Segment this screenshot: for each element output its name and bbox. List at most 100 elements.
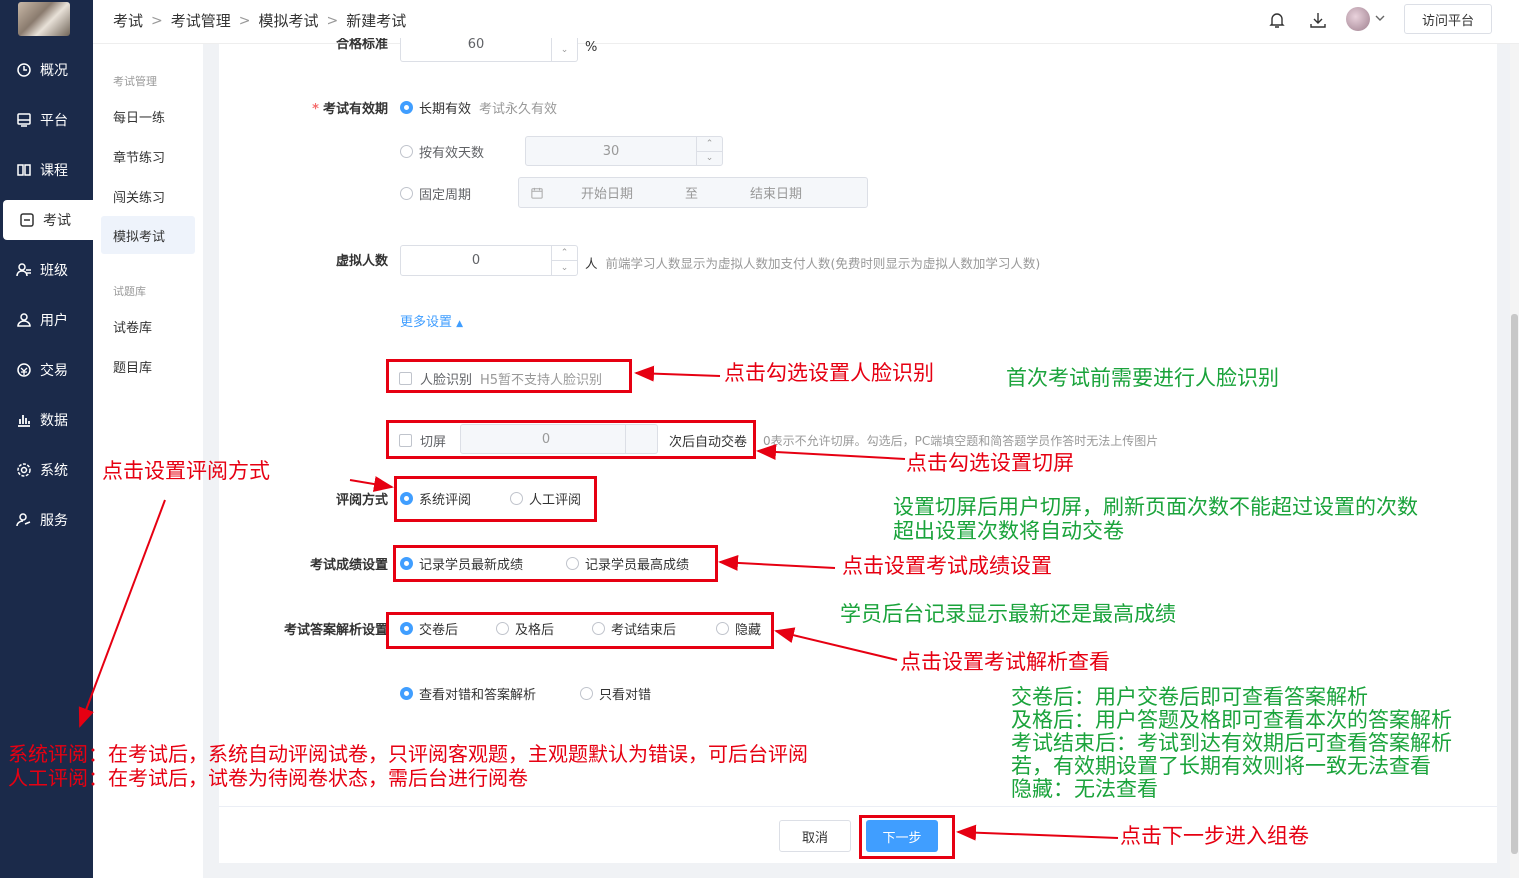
- pass-unit: %: [585, 40, 598, 55]
- pass-standard-input[interactable]: 60 ⌄: [400, 37, 578, 62]
- breadcrumb-item[interactable]: 模拟考试: [259, 10, 319, 31]
- nav-label: 用户: [40, 313, 68, 329]
- annotation-box-review: [394, 476, 597, 522]
- download-icon[interactable]: [1308, 10, 1328, 30]
- validity-label: * 考试有效期: [312, 102, 388, 117]
- chevron-down-icon[interactable]: ⌄: [552, 38, 577, 61]
- nav-item-data[interactable]: 数据: [0, 400, 93, 440]
- clock-icon: [16, 62, 32, 78]
- validity-option-forever[interactable]: 长期有效 考试永久有效: [400, 98, 557, 117]
- virtual-count-input[interactable]: 0 ⌃ ⌄: [400, 245, 578, 276]
- chevron-up-icon[interactable]: ⌃: [697, 137, 722, 151]
- chevron-up-icon[interactable]: ⌃: [552, 246, 577, 260]
- nav-item-system[interactable]: 系统: [0, 450, 93, 490]
- chevron-down-icon[interactable]: ⌄: [552, 260, 577, 275]
- virtual-count-value: 0: [471, 253, 481, 268]
- nav-label: 概况: [40, 63, 68, 79]
- chart-icon: [16, 412, 32, 428]
- nav-item-service[interactable]: 服务: [0, 500, 93, 540]
- switch-hint: 0表示不允许切屏。勾选后，PC端填空题和简答题学员作答时无法上传图片: [763, 434, 1159, 448]
- nav-item-user[interactable]: 用户: [0, 300, 93, 340]
- breadcrumb-item[interactable]: 考试: [113, 10, 143, 31]
- end-date-input[interactable]: 结束日期: [750, 183, 802, 202]
- validity-option-days[interactable]: 按有效天数: [400, 142, 484, 161]
- submenu-item-paper[interactable]: 试卷库: [113, 317, 152, 336]
- gear-icon: [16, 462, 32, 478]
- radio-icon[interactable]: [400, 101, 413, 114]
- annotation-analysis-note-1: 交卷后：用户交卷后即可查看答案解析: [1011, 685, 1368, 709]
- logo[interactable]: [18, 2, 70, 36]
- annotation-face-note: 首次考试前需要进行人脸识别: [1006, 366, 1279, 390]
- view-option-full[interactable]: 查看对错和答案解析: [400, 684, 536, 703]
- nav-item-class[interactable]: 班级: [0, 250, 93, 290]
- radio-icon[interactable]: [400, 187, 413, 200]
- nav-label: 班级: [40, 263, 68, 279]
- validity-days-input[interactable]: 30 ⌃ ⌄: [525, 136, 723, 166]
- radio-icon[interactable]: [580, 687, 593, 700]
- nav-label: 考试: [43, 213, 71, 229]
- submenu-item-mock[interactable]: 模拟考试: [101, 216, 195, 254]
- stepper[interactable]: ⌄: [551, 38, 577, 61]
- chevron-right-icon: >: [151, 12, 163, 29]
- annotation-box-score: [393, 545, 718, 582]
- score-setting-label: 考试成绩设置: [309, 558, 388, 573]
- chevron-right-icon: >: [326, 12, 339, 29]
- breadcrumb-item: 新建考试: [346, 12, 407, 30]
- nav-label: 交易: [40, 363, 68, 379]
- annotation-switch-note-1: 设置切屏后用户切屏，刷新页面次数不能超过设置的次数: [893, 495, 1418, 519]
- scrollbar-thumb[interactable]: [1511, 314, 1518, 854]
- analysis-setting-label: 考试答案解析设置: [283, 623, 388, 638]
- scrollbar[interactable]: [1510, 44, 1519, 878]
- platform-icon: [16, 112, 32, 128]
- submenu-item-question[interactable]: 题目库: [113, 357, 152, 376]
- date-range-picker[interactable]: 开始日期 至 结束日期: [518, 177, 868, 208]
- annotation-box-face: [386, 359, 632, 393]
- bell-icon[interactable]: [1267, 10, 1287, 30]
- nav-label: 数据: [40, 413, 68, 429]
- nav-label: 平台: [40, 113, 68, 129]
- annotation-analysis-note-3: 考试结束后：考试到达有效期后可查看答案解析: [1011, 731, 1452, 755]
- stepper[interactable]: ⌃ ⌄: [696, 137, 722, 165]
- radio-icon[interactable]: [400, 687, 413, 700]
- pass-standard-value: 60: [467, 37, 485, 52]
- nav-item-platform[interactable]: 平台: [0, 100, 93, 140]
- validity-option-period[interactable]: 固定周期: [400, 184, 471, 203]
- radio-icon[interactable]: [400, 145, 413, 158]
- submenu-item-level[interactable]: 闯关练习: [113, 187, 165, 206]
- start-date-input[interactable]: 开始日期: [581, 183, 633, 202]
- chevron-down-icon[interactable]: [1374, 12, 1386, 24]
- breadcrumb-item[interactable]: 考试管理: [171, 10, 231, 31]
- more-settings-toggle[interactable]: 更多设置 ▲: [400, 311, 463, 330]
- annotation-box-next: [859, 815, 955, 859]
- submenu-item-daily[interactable]: 每日一练: [113, 107, 165, 126]
- nav-item-course[interactable]: 课程: [0, 150, 93, 190]
- class-icon: [16, 262, 32, 278]
- date-separator: 至: [685, 187, 699, 202]
- validity-hint: 考试永久有效: [479, 102, 558, 117]
- service-icon: [16, 512, 32, 528]
- cancel-button[interactable]: 取消: [779, 820, 851, 852]
- pass-standard-label: 合格标准: [335, 38, 388, 52]
- stepper[interactable]: ⌃ ⌄: [551, 246, 577, 275]
- submenu-group-title: 考试管理: [113, 75, 157, 88]
- annotation-analysis: 点击设置考试解析查看: [900, 650, 1110, 674]
- caret-up-icon: ▲: [456, 319, 464, 329]
- annotation-review-system-desc: 系统评阅：在考试后，系统自动评阅试卷，只评阅客观题，主观题默认为错误，可后台评阅: [8, 742, 808, 766]
- nav-label: 课程: [40, 163, 68, 179]
- avatar[interactable]: [1346, 7, 1370, 31]
- view-option-result-only[interactable]: 只看对错: [580, 684, 651, 703]
- footer-divider: [219, 806, 1497, 807]
- nav-item-trade[interactable]: 交易: [0, 350, 93, 390]
- annotation-review-manual-desc: 人工评阅：在考试后，试卷为待阅卷状态，需后台进行阅卷: [8, 766, 528, 790]
- virtual-count-hint: 人前端学习人数显示为虚拟人数加支付人数(免费时则显示为虚拟人数加学习人数): [585, 256, 1041, 271]
- chevron-down-icon[interactable]: ⌄: [697, 150, 722, 166]
- calendar-icon: [531, 187, 543, 199]
- annotation-face: 点击勾选设置人脸识别: [724, 361, 934, 385]
- annotation-analysis-note-2: 及格后：用户答题及格即可查看本次的答案解析: [1011, 708, 1452, 732]
- submenu-item-chapter[interactable]: 章节练习: [113, 147, 165, 166]
- annotation-review: 点击设置评阅方式: [102, 459, 270, 483]
- nav-item-exam[interactable]: 考试: [3, 200, 93, 240]
- visit-platform-button[interactable]: 访问平台: [1404, 4, 1492, 34]
- user-icon: [16, 312, 32, 328]
- nav-item-overview[interactable]: 概况: [0, 50, 93, 90]
